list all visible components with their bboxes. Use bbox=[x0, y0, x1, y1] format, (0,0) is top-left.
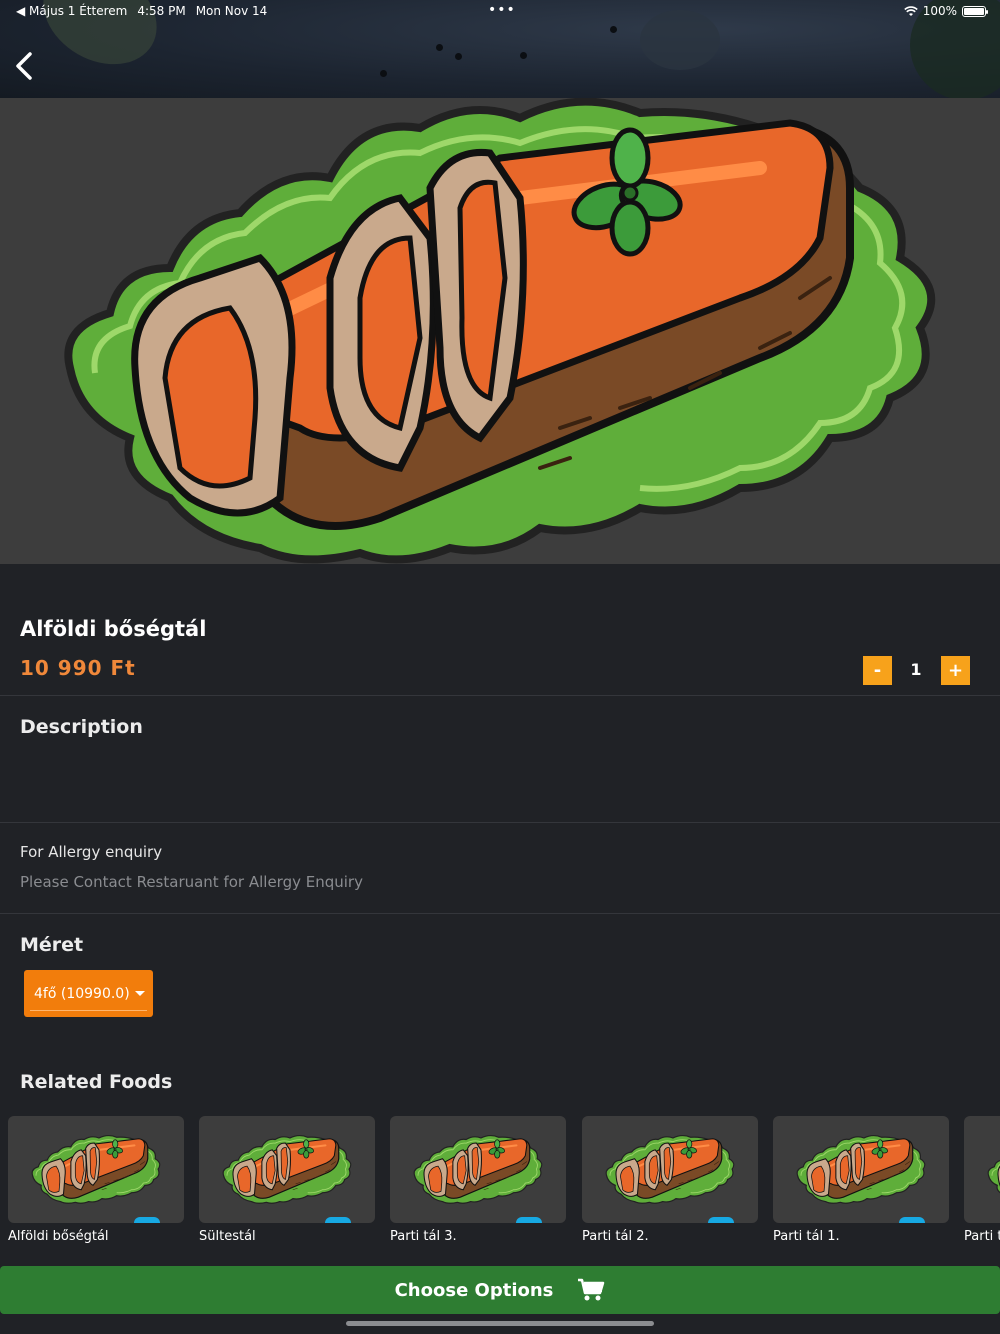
choose-options-button[interactable]: Choose Options bbox=[0, 1266, 1000, 1314]
allergy-text: Please Contact Restaruant for Allergy En… bbox=[20, 873, 363, 891]
related-food-name: Alföldi bőségtál bbox=[8, 1229, 109, 1244]
related-food-name: Sültestál bbox=[199, 1229, 256, 1244]
divider bbox=[0, 695, 1000, 696]
related-foods-list[interactable]: Alföldi bőségtál Sültestál Parti tál 3. … bbox=[0, 1116, 1000, 1256]
choose-options-label: Choose Options bbox=[394, 1279, 554, 1301]
size-heading: Méret bbox=[20, 934, 84, 956]
item-price: 10 990 Ft bbox=[20, 656, 136, 680]
related-food-name: Parti tál 3. bbox=[390, 1229, 457, 1244]
related-food-card[interactable]: Parti tál 3. bbox=[390, 1116, 566, 1244]
increase-quantity-button[interactable]: + bbox=[941, 656, 970, 685]
description-heading: Description bbox=[20, 716, 143, 738]
battery-icon bbox=[962, 5, 988, 17]
food-hero-image bbox=[0, 98, 1000, 564]
related-food-name: Parti tál 1. bbox=[773, 1229, 840, 1244]
divider bbox=[0, 913, 1000, 914]
size-dropdown[interactable]: 4fő (10990.0) bbox=[24, 970, 153, 1017]
status-time: 4:58 PM bbox=[137, 4, 186, 18]
related-foods-heading: Related Foods bbox=[20, 1071, 173, 1093]
related-food-image bbox=[8, 1116, 184, 1223]
size-selected-value: 4fő (10990.0) bbox=[34, 985, 130, 1002]
related-food-image bbox=[773, 1116, 949, 1223]
dropdown-underline bbox=[30, 1010, 147, 1011]
item-title: Alföldi bőségtál bbox=[20, 617, 207, 641]
battery-percent: 100% bbox=[922, 4, 957, 18]
status-date: Mon Nov 14 bbox=[195, 4, 268, 18]
quantity-value: 1 bbox=[910, 660, 922, 679]
back-arrow-icon[interactable] bbox=[12, 50, 36, 82]
back-to-app-link[interactable]: ◀ Május 1 Étterem bbox=[16, 4, 127, 18]
multitasking-dots[interactable]: ••• bbox=[488, 3, 516, 17]
divider bbox=[0, 822, 1000, 823]
related-food-image bbox=[199, 1116, 375, 1223]
related-food-image bbox=[582, 1116, 758, 1223]
related-food-card[interactable]: Sültestál bbox=[199, 1116, 375, 1244]
header-background: ◀ Május 1 Étterem 4:58 PM Mon Nov 14 •••… bbox=[0, 0, 1000, 98]
wifi-icon bbox=[903, 5, 918, 16]
related-food-card[interactable]: Parti t bbox=[964, 1116, 1000, 1244]
related-food-name: Parti t bbox=[964, 1229, 1000, 1244]
home-indicator[interactable] bbox=[346, 1321, 654, 1326]
decrease-quantity-button[interactable]: - bbox=[863, 656, 892, 685]
related-food-card[interactable]: Alföldi bőségtál bbox=[8, 1116, 184, 1244]
shopping-cart-icon bbox=[578, 1278, 605, 1301]
related-food-image bbox=[964, 1116, 1000, 1223]
related-food-name: Parti tál 2. bbox=[582, 1229, 649, 1244]
allergy-title: For Allergy enquiry bbox=[20, 843, 163, 861]
status-bar: ◀ Május 1 Étterem 4:58 PM Mon Nov 14 •••… bbox=[0, 3, 1000, 22]
caret-down-icon bbox=[135, 991, 145, 996]
related-food-card[interactable]: Parti tál 1. bbox=[773, 1116, 949, 1244]
related-food-card[interactable]: Parti tál 2. bbox=[582, 1116, 758, 1244]
related-food-image bbox=[390, 1116, 566, 1223]
